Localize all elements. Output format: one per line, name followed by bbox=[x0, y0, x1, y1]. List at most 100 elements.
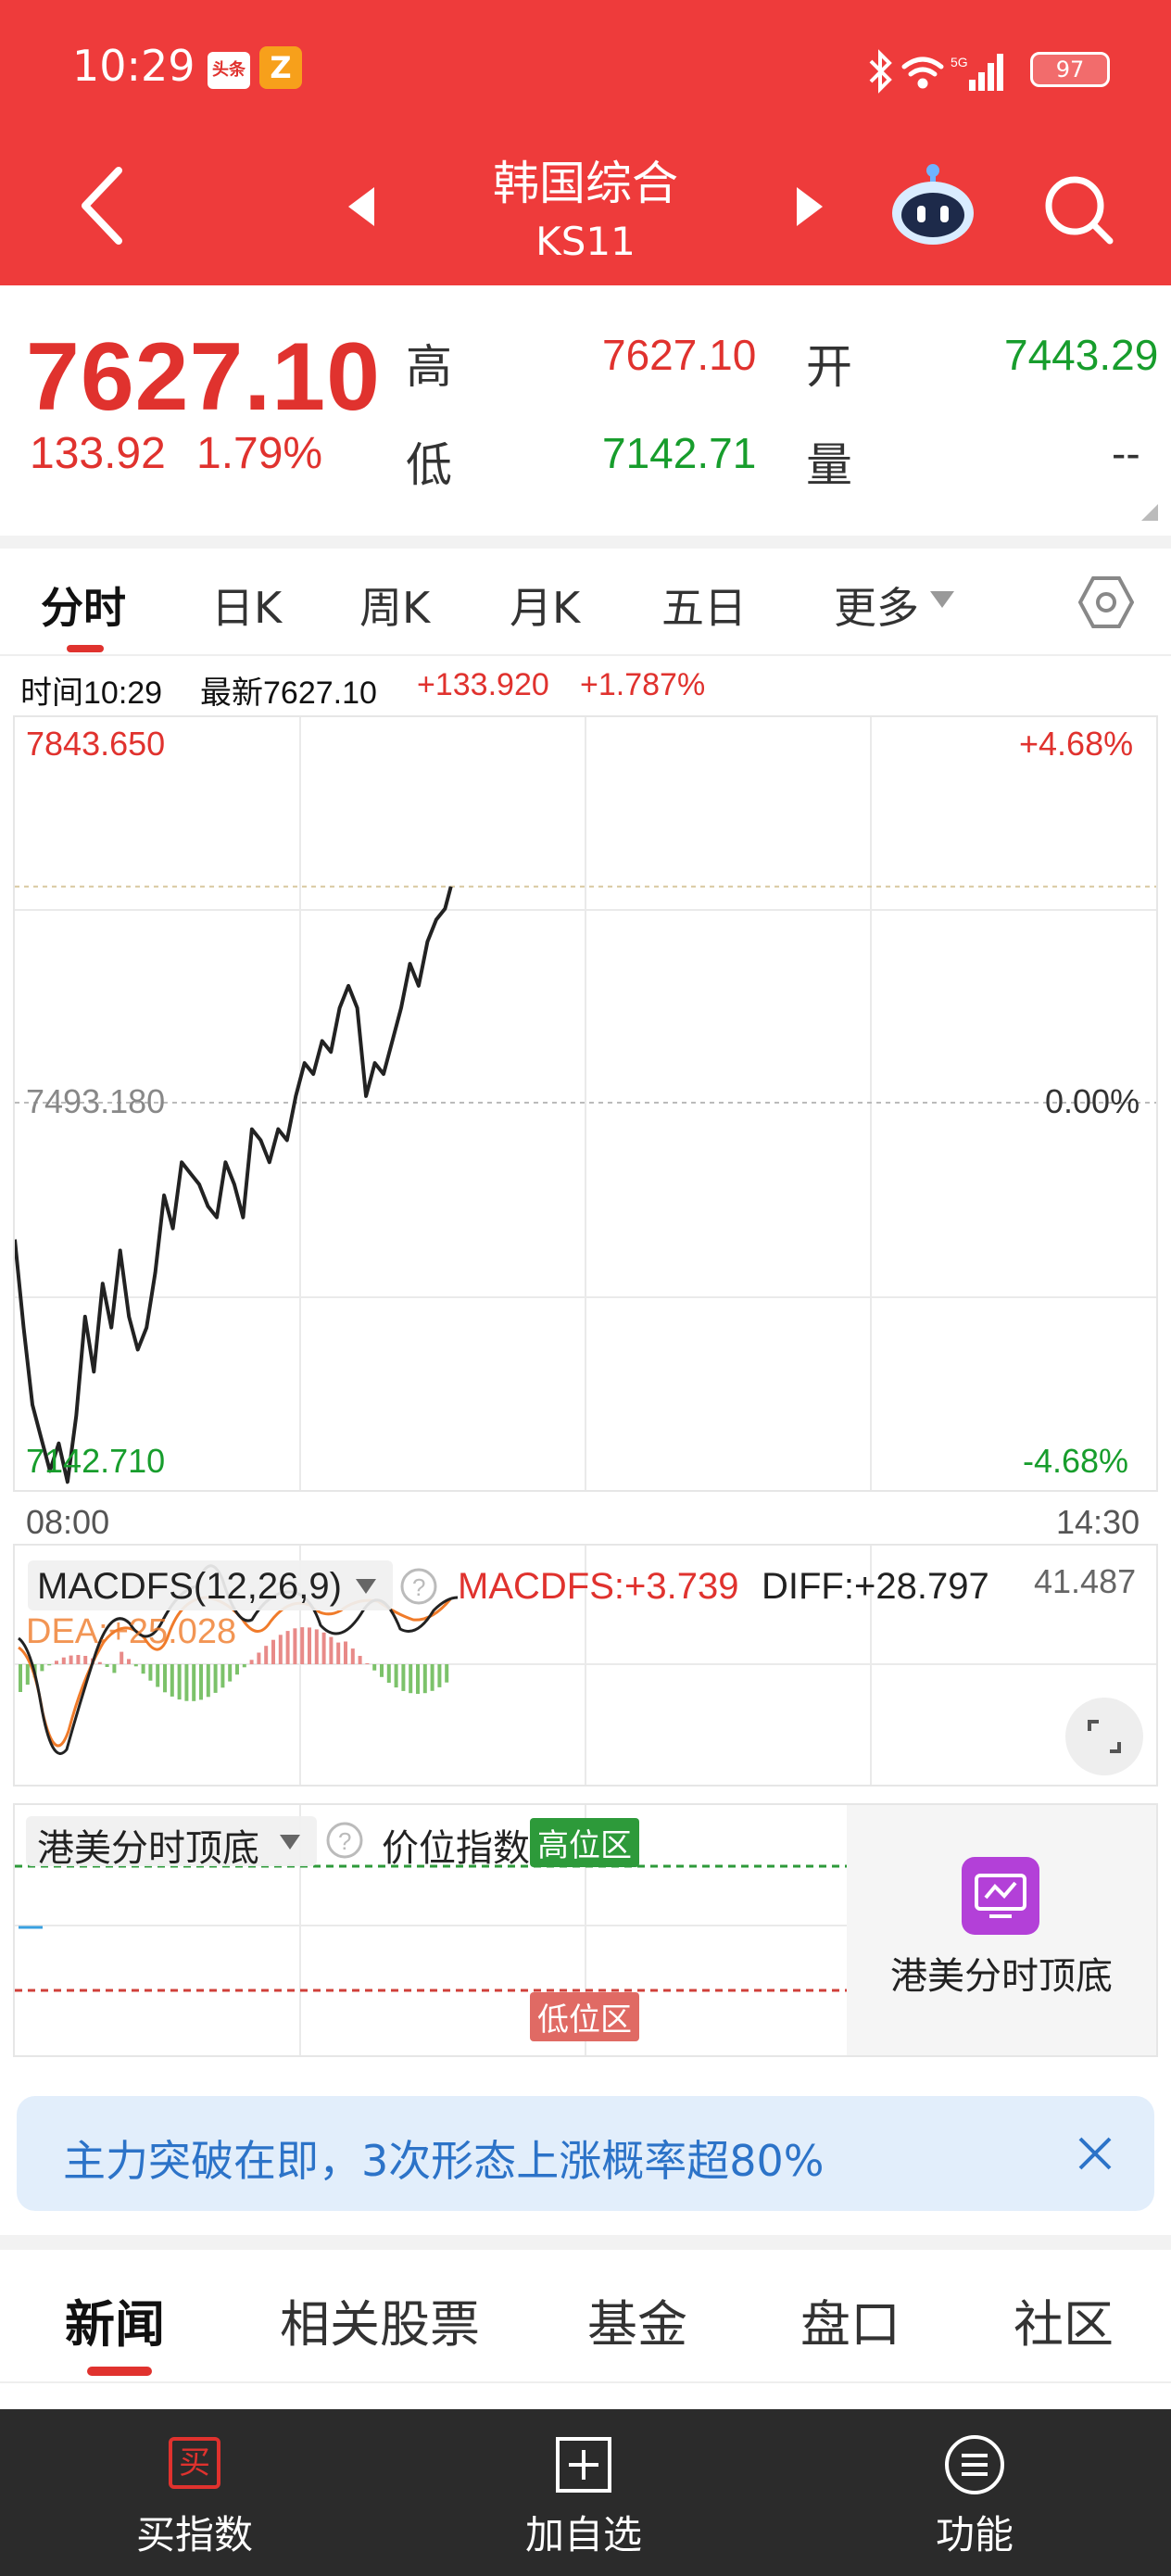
macd-bar bbox=[235, 1664, 239, 1675]
open-label: 开 bbox=[806, 340, 852, 394]
macd-bar bbox=[445, 1664, 449, 1683]
macd-bar bbox=[394, 1664, 398, 1688]
macd-bar bbox=[40, 1664, 44, 1672]
z-app-icon: Z bbox=[259, 46, 302, 89]
axis-mid-pct: 0.00% bbox=[1045, 1082, 1140, 1120]
volume-label: 量 bbox=[806, 438, 852, 492]
open-value: 7443.29 bbox=[1004, 331, 1159, 379]
fullscreen-button[interactable] bbox=[1065, 1698, 1143, 1775]
macd-bar bbox=[213, 1664, 218, 1693]
macd-bar bbox=[156, 1664, 160, 1687]
axis-mid-price: 7493.180 bbox=[26, 1082, 166, 1120]
indicator-dropdown-icon[interactable] bbox=[278, 1833, 302, 1851]
function-button[interactable]: 功能 bbox=[873, 2504, 1077, 2560]
indicator-help-icon[interactable]: ? bbox=[324, 1820, 365, 1861]
tab-community[interactable]: 社区 bbox=[1014, 2283, 1114, 2356]
macd-bar bbox=[170, 1664, 174, 1697]
axis-top-price: 7843.650 bbox=[26, 725, 166, 763]
macd-bar bbox=[127, 1659, 131, 1664]
axis-start-time: 08:00 bbox=[26, 1503, 110, 1541]
macd-bar bbox=[61, 1657, 66, 1664]
battery-indicator: 97 bbox=[1030, 52, 1110, 87]
intraday-chart[interactable] bbox=[13, 715, 1158, 1492]
tab-monthly-k[interactable]: 月K bbox=[510, 575, 580, 636]
tab-news[interactable]: 新闻 bbox=[65, 2283, 165, 2356]
bluetooth-icon bbox=[869, 49, 892, 94]
buy-icon[interactable]: 买 bbox=[169, 2437, 220, 2489]
macd-bar bbox=[76, 1655, 81, 1664]
macd-name: MACDFS(12,26,9) bbox=[37, 1566, 342, 1607]
macdfs-value: MACDFS:+3.739 bbox=[458, 1566, 739, 1607]
low-zone-badge: 低位区 bbox=[530, 1992, 639, 2041]
price-change: 133.92 bbox=[30, 429, 166, 478]
high-label: 高 bbox=[406, 340, 452, 394]
dea-value: DEA:+25.028 bbox=[26, 1612, 237, 1651]
back-icon[interactable] bbox=[78, 167, 124, 245]
low-value: 7142.71 bbox=[602, 429, 757, 477]
price-line bbox=[15, 886, 453, 1484]
macd-bar bbox=[329, 1636, 334, 1664]
tab-intraday[interactable]: 分时 bbox=[41, 575, 126, 636]
macd-dropdown-icon[interactable] bbox=[354, 1577, 378, 1596]
help-icon[interactable]: ? bbox=[398, 1566, 439, 1607]
tab-funds[interactable]: 基金 bbox=[587, 2283, 687, 2356]
macd-bar bbox=[409, 1664, 413, 1694]
settings-hexagon-icon[interactable] bbox=[1078, 575, 1134, 630]
wifi-icon bbox=[901, 57, 944, 89]
close-icon[interactable] bbox=[1077, 2135, 1114, 2172]
macd-bar bbox=[321, 1632, 326, 1664]
high-value: 7627.10 bbox=[602, 331, 757, 379]
macd-bar bbox=[264, 1646, 269, 1664]
macd-bar bbox=[25, 1664, 30, 1686]
macd-bar bbox=[386, 1664, 391, 1683]
macd-bar bbox=[112, 1664, 117, 1673]
next-index-icon[interactable] bbox=[793, 183, 826, 230]
section-divider bbox=[0, 536, 1171, 549]
prev-index-icon[interactable] bbox=[345, 183, 378, 230]
add-watchlist-icon[interactable] bbox=[554, 2435, 613, 2494]
tab-order-book[interactable]: 盘口 bbox=[800, 2283, 900, 2356]
macd-bar bbox=[141, 1664, 145, 1674]
info-latest: 最新7627.10 bbox=[200, 676, 377, 711]
macd-bar bbox=[163, 1664, 167, 1693]
macd-bar bbox=[300, 1627, 305, 1664]
chevron-down-icon bbox=[930, 591, 954, 608]
macd-bar bbox=[350, 1648, 355, 1664]
network-type: 5G bbox=[951, 55, 968, 69]
current-price: 7627.10 bbox=[26, 323, 381, 431]
add-watchlist-button[interactable]: 加自选 bbox=[482, 2504, 686, 2560]
function-menu-icon[interactable] bbox=[943, 2433, 1006, 2496]
macd-bar bbox=[293, 1628, 297, 1664]
macd-bar bbox=[271, 1639, 275, 1664]
macd-bar bbox=[401, 1664, 406, 1691]
macd-bar bbox=[242, 1664, 246, 1668]
macd-bar bbox=[358, 1656, 362, 1664]
info-change: +133.920 bbox=[417, 667, 549, 702]
tab-weekly-k[interactable]: 周K bbox=[359, 575, 430, 636]
macd-bar bbox=[19, 1664, 22, 1692]
macd-bar bbox=[184, 1664, 189, 1701]
tab-more[interactable]: 更多 bbox=[834, 575, 919, 636]
macd-bar bbox=[308, 1627, 311, 1664]
search-icon[interactable] bbox=[1041, 172, 1115, 246]
robot-assistant-icon[interactable] bbox=[889, 161, 976, 248]
volume-value: -- bbox=[1112, 429, 1140, 477]
tab-daily-k[interactable]: 日K bbox=[211, 575, 282, 636]
macd-top-value: 41.487 bbox=[1034, 1562, 1137, 1600]
diff-value: DIFF:+28.797 bbox=[762, 1566, 989, 1607]
top-header: 10:29 头条 Z 5G 97 韩国综合 KS11 bbox=[0, 0, 1171, 285]
macd-bar bbox=[55, 1661, 58, 1664]
indicator-card-icon bbox=[962, 1857, 1039, 1935]
expand-corner-icon[interactable] bbox=[1140, 502, 1160, 523]
high-zone-badge: 高位区 bbox=[530, 1818, 639, 1867]
macd-bar bbox=[228, 1664, 233, 1682]
buy-index-button[interactable]: 买指数 bbox=[93, 2504, 296, 2560]
macd-bar bbox=[47, 1664, 52, 1666]
promo-banner-text[interactable]: 主力突破在即，3次形态上涨概率超80% bbox=[63, 2128, 825, 2189]
tab-five-day[interactable]: 五日 bbox=[661, 575, 747, 636]
macd-bar bbox=[430, 1664, 434, 1691]
macd-bar bbox=[105, 1664, 109, 1667]
indicator-sub: 价位指数 bbox=[382, 1827, 530, 1870]
tab-related-stocks[interactable]: 相关股票 bbox=[280, 2283, 480, 2356]
toutiao-app-icon: 头条 bbox=[208, 52, 250, 89]
